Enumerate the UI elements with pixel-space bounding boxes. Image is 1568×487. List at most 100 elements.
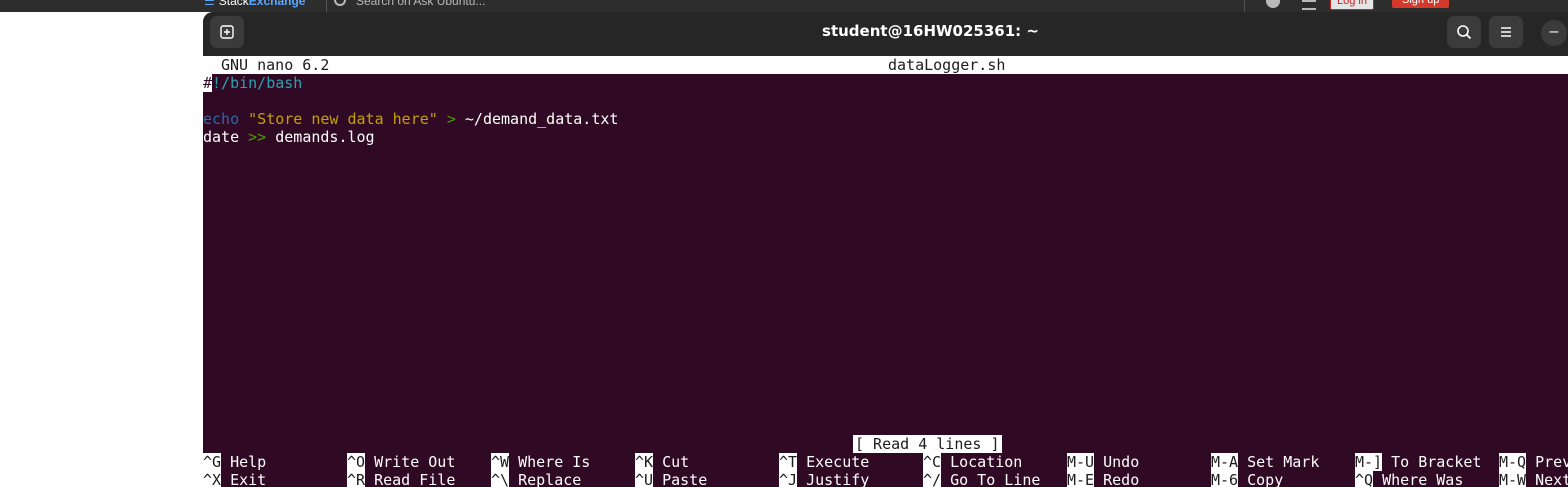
minimize-icon: – (1549, 23, 1559, 40)
shortcut-key: ^Q (1355, 471, 1374, 487)
shortcut-cut[interactable]: ^K Cut (635, 453, 689, 471)
shortcut-exit[interactable]: ^X Exit (203, 471, 266, 487)
shortcut-to-bracket[interactable]: M-] To Bracket (1355, 453, 1481, 471)
shortcut-label: Replace (518, 471, 582, 487)
hamburger-menu-icon (1501, 27, 1511, 37)
shortcut-label: Exit (230, 471, 267, 487)
help-icon[interactable] (1266, 0, 1280, 8)
shortcut-key: ^\ (491, 471, 510, 487)
shortcut-key: M-W (1499, 471, 1527, 487)
stackexchange-menu-icon: ☰ (204, 0, 215, 8)
terminal-title: student@16HW025361: ~ (822, 22, 1039, 40)
shortcut-label: Redo (1103, 471, 1140, 487)
background-browser-bar: ☰ StackExchange Search on Ask Ubuntu... L… (0, 0, 1568, 12)
terminal-menu-button[interactable] (1489, 16, 1523, 48)
log-file: demands.log (275, 128, 375, 146)
shortcut-label: Execute (806, 453, 870, 471)
terminal-window[interactable]: student@16HW025361: ~ – GNU nano 6.2 dat… (203, 12, 1568, 487)
site-menu-icon[interactable] (1302, 0, 1316, 10)
shebang-text: !/bin/bash (212, 74, 303, 92)
bg-search-icon (334, 0, 346, 6)
bg-divider-right (1244, 0, 1245, 12)
nano-version: GNU nano 6.2 (221, 56, 330, 74)
shortcut-set-mark[interactable]: M-A Set Mark (1211, 453, 1319, 471)
shortcut-label: Copy (1247, 471, 1284, 487)
background-search[interactable]: Search on Ask Ubuntu... (334, 0, 485, 10)
shortcut-key: ^C (923, 453, 942, 471)
brand-suffix: Exchange (248, 0, 306, 8)
shortcut-read-file[interactable]: ^R Read File (347, 471, 455, 487)
text-cursor: # (203, 74, 213, 92)
shortcut-label: Read File (374, 471, 456, 487)
signup-button[interactable]: Sign up (1392, 0, 1450, 8)
nano-header-bar: GNU nano 6.2 dataLogger.sh (203, 56, 1568, 74)
shortcut-paste[interactable]: ^U Paste (635, 471, 707, 487)
shortcut-copy[interactable]: M-6 Copy (1211, 471, 1283, 487)
shortcut-label: Next (1535, 471, 1568, 487)
editor-line-1[interactable]: #!/bin/bash (203, 74, 302, 92)
shortcut-key: M-E (1067, 471, 1095, 487)
shortcut-key: ^J (779, 471, 798, 487)
brand-prefix: Stack (218, 0, 249, 8)
bg-search-placeholder: Search on Ask Ubuntu... (356, 0, 486, 8)
shortcut-key: ^G (203, 453, 222, 471)
shortcut-key: ^X (203, 471, 222, 487)
nano-status-message: [ Read 4 lines ] (853, 435, 1002, 453)
shortcut-label: Justify (806, 471, 870, 487)
shortcut-write-out[interactable]: ^O Write Out (347, 453, 455, 471)
shortcut-label: Cut (662, 453, 690, 471)
shortcut-label: Help (230, 453, 267, 471)
stackexchange-logo[interactable]: ☰ StackExchange (204, 0, 305, 10)
shortcut-location[interactable]: ^C Location (923, 453, 1022, 471)
shortcut-key: ^O (347, 453, 366, 471)
login-button[interactable]: Log in (1330, 0, 1374, 10)
shortcut-justify[interactable]: ^J Justify (779, 471, 869, 487)
shortcut-previous[interactable]: M-Q Previous (1499, 453, 1568, 471)
shortcut-undo[interactable]: M-U Undo (1067, 453, 1139, 471)
shortcut-go-to-line[interactable]: ^/ Go To Line (923, 471, 1040, 487)
shortcut-label: Undo (1103, 453, 1140, 471)
shortcut-label: Previous (1535, 453, 1568, 471)
bg-divider (326, 0, 327, 12)
shortcut-key: M-6 (1211, 471, 1239, 487)
keyword-echo: echo (203, 110, 240, 128)
shortcut-where-was[interactable]: ^Q Where Was (1355, 471, 1463, 487)
shortcut-replace[interactable]: ^\ Replace (491, 471, 581, 487)
nano-editor-area[interactable]: #!/bin/bash echo "Store new data here" >… (203, 74, 1568, 434)
shortcut-label: Go To Line (950, 471, 1041, 487)
shortcut-key: M-U (1067, 453, 1095, 471)
shortcut-help[interactable]: ^G Help (203, 453, 266, 471)
redirect-operator: > (446, 110, 456, 128)
shortcut-label: Where Is (518, 453, 591, 471)
string-literal: "Store new data here" (248, 110, 438, 128)
shortcut-next[interactable]: M-W Next (1499, 471, 1568, 487)
terminal-titlebar[interactable]: student@16HW025361: ~ – (203, 12, 1568, 56)
terminal-search-button[interactable] (1447, 16, 1481, 48)
shortcut-label: Set Mark (1247, 453, 1320, 471)
shortcut-key: M-A (1211, 453, 1239, 471)
editor-line-3[interactable]: echo "Store new data here" > ~/demand_da… (203, 110, 618, 128)
shortcut-label: Paste (662, 471, 708, 487)
nano-shortcut-bar: ^G Help ^O Write Out ^W Where Is ^K Cut … (203, 453, 1568, 487)
editor-line-4[interactable]: date >> demands.log (203, 128, 375, 146)
shortcut-label: Write Out (374, 453, 456, 471)
shortcut-key: ^R (347, 471, 366, 487)
shortcut-execute[interactable]: ^T Execute (779, 453, 869, 471)
minimize-button[interactable]: – (1541, 20, 1567, 46)
shortcut-key: M-] (1355, 453, 1383, 471)
nano-filename: dataLogger.sh (888, 56, 1006, 74)
shortcut-where-is[interactable]: ^W Where Is (491, 453, 590, 471)
command-date: date (203, 128, 240, 146)
shortcut-key: ^T (779, 453, 798, 471)
target-path: ~/demand_data.txt (464, 110, 619, 128)
shortcut-redo[interactable]: M-E Redo (1067, 471, 1139, 487)
shortcut-key: ^W (491, 453, 510, 471)
shortcut-label: Location (950, 453, 1023, 471)
shortcut-key: M-Q (1499, 453, 1527, 471)
shortcut-label: Where Was (1382, 471, 1464, 487)
shortcut-key: ^U (635, 471, 654, 487)
search-icon (1457, 25, 1472, 40)
shortcut-key: ^/ (923, 471, 942, 487)
append-operator: >> (248, 128, 267, 146)
shortcut-key: ^K (635, 453, 654, 471)
